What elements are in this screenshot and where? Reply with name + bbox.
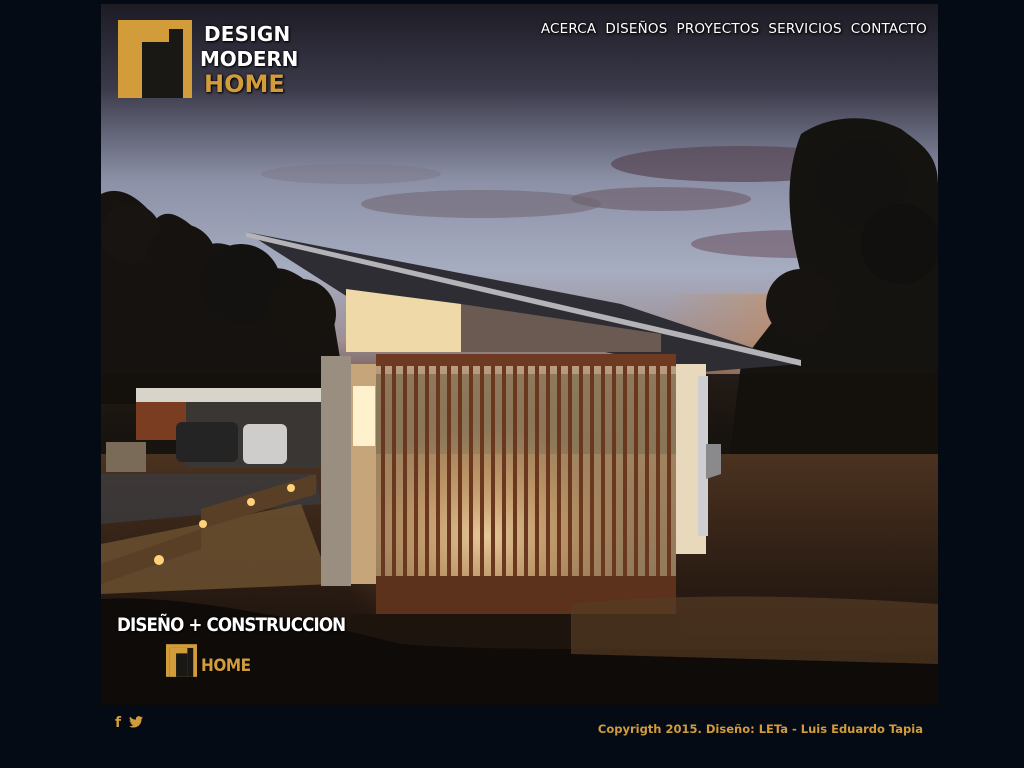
nav-item-contacto[interactable]: CONTACTO: [851, 21, 927, 37]
nav-item-disenos[interactable]: DISEÑOS: [605, 21, 667, 37]
site-logo[interactable]: DESIGN MODERN HOME: [118, 20, 318, 100]
copyright-text: Copyrigth 2015. Diseño: LETa - Luis Edua…: [597, 722, 923, 736]
page: DESIGN MODERN HOME ACERCA DISEÑOS PROYEC…: [0, 0, 1024, 768]
facebook-icon[interactable]: f: [115, 716, 121, 730]
mini-logo-mark-icon: [166, 644, 197, 677]
logo-text-modern: MODERN: [200, 47, 299, 71]
twitter-icon[interactable]: [129, 716, 144, 728]
tagline-brand: HOME: [166, 644, 286, 678]
tagline-brand-text: HOME: [201, 656, 251, 676]
nav-item-acerca[interactable]: ACERCA: [541, 21, 597, 37]
footer: f Copyrigth 2015. Diseño: LETa - Luis Ed…: [101, 710, 938, 750]
logo-text-design: DESIGN: [204, 22, 291, 46]
logo-mark-icon: [118, 20, 192, 98]
nav-item-servicios[interactable]: SERVICIOS: [768, 21, 841, 37]
hero-banner: DESIGN MODERN HOME ACERCA DISEÑOS PROYEC…: [101, 4, 938, 705]
nav-item-proyectos[interactable]: PROYECTOS: [677, 21, 760, 37]
tagline-title: DISEÑO + CONSTRUCCION: [117, 614, 346, 636]
hero-photo: [101, 4, 938, 705]
social-links: f: [115, 716, 144, 730]
logo-text-home: HOME: [204, 70, 285, 98]
hero-tagline: DISEÑO + CONSTRUCCION HOME: [117, 614, 346, 677]
main-nav: ACERCA DISEÑOS PROYECTOS SERVICIOS CONTA…: [541, 21, 927, 37]
